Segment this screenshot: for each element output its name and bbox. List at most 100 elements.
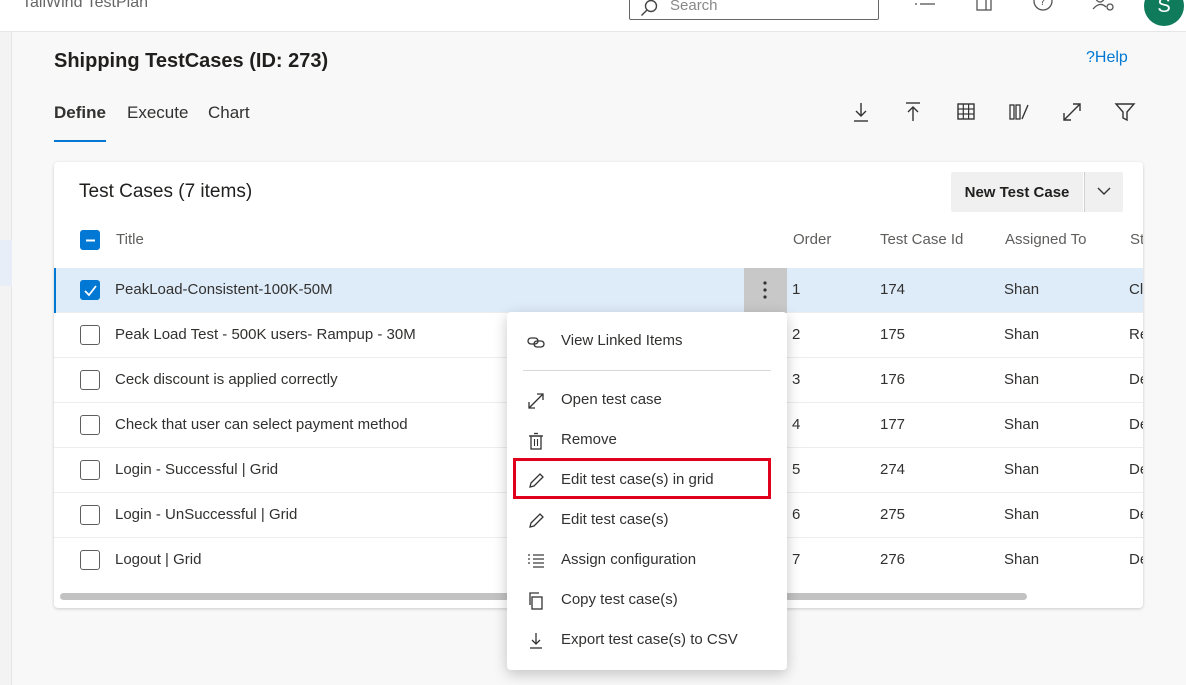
row-checkbox[interactable] [80, 460, 100, 480]
row-test-case-id: 274 [880, 461, 906, 478]
menu-item-edit-test-cases[interactable]: Edit test case(s) [507, 501, 787, 541]
menu-item-export-csv[interactable]: Export test case(s) to CSV [507, 621, 787, 661]
row-order: 2 [792, 326, 801, 343]
row-test-case-id: 177 [880, 416, 906, 433]
row-title[interactable]: Ceck discount is applied correctly [115, 371, 338, 388]
row-checkbox[interactable] [80, 325, 100, 345]
menu-item-copy-test-cases[interactable]: Copy test case(s) [507, 581, 787, 621]
tab-execute[interactable]: Execute [127, 103, 188, 123]
row-assigned-to: Shan [1004, 416, 1040, 433]
row-state: De [1129, 416, 1143, 433]
row-title[interactable]: PeakLoad-Consistent-100K-50M [115, 281, 333, 298]
highlight-annotation [513, 458, 771, 499]
row-checkbox[interactable] [80, 415, 100, 435]
row-assigned-to: Shan [1004, 371, 1040, 388]
row-test-case-id: 175 [880, 326, 906, 343]
menu-item-label: Open test case [561, 391, 662, 408]
download-icon [530, 633, 542, 649]
row-state: De [1129, 551, 1143, 568]
download-icon[interactable] [850, 101, 872, 123]
top-bar: TailWind TestPlan Search ? S [0, 0, 1186, 32]
row-title[interactable]: Peak Load Test - 500K users- Rampup - 30… [115, 326, 416, 343]
menu-item-remove[interactable]: Remove [507, 421, 787, 461]
row-assigned-to: Shan [1004, 281, 1040, 298]
app-title[interactable]: TailWind TestPlan [22, 0, 148, 12]
row-more-actions-button[interactable] [744, 268, 787, 313]
new-test-case-dropdown[interactable] [1084, 172, 1123, 212]
menu-item-assign-configuration[interactable]: Assign configuration [507, 541, 787, 581]
left-nav-active-item[interactable] [0, 240, 12, 286]
row-checkbox[interactable] [80, 280, 100, 300]
new-test-case-button[interactable]: New Test Case [951, 172, 1083, 212]
svg-text:?: ? [1040, 0, 1045, 8]
row-order: 7 [792, 551, 801, 568]
filter-icon[interactable] [1114, 101, 1136, 123]
row-state: De [1129, 371, 1143, 388]
list-icon[interactable] [914, 0, 936, 10]
tab-define[interactable]: Define [54, 103, 106, 123]
row-title[interactable]: Login - UnSuccessful | Grid [115, 506, 297, 523]
menu-item-open-test-case[interactable]: Open test case [507, 381, 787, 421]
copy-icon [529, 592, 543, 610]
menu-item-label: Remove [561, 431, 617, 448]
chevron-down-icon [1097, 187, 1111, 195]
menu-divider [523, 370, 771, 371]
column-header-order[interactable]: Order [793, 231, 831, 248]
row-order: 4 [792, 416, 801, 433]
row-assigned-to: Shan [1004, 506, 1040, 523]
column-header-test-case-id[interactable]: Test Case Id [880, 231, 963, 248]
open-diagonal-icon [528, 393, 544, 409]
card-title: Test Cases (7 items) [79, 181, 253, 202]
expand-icon[interactable] [1061, 101, 1083, 123]
checkmark-icon [84, 285, 97, 297]
row-order: 5 [792, 461, 801, 478]
column-header-state[interactable]: St [1130, 231, 1143, 248]
menu-item-label: Assign configuration [561, 551, 697, 568]
menu-item-label: View Linked Items [561, 332, 683, 349]
avatar[interactable]: S [1144, 0, 1184, 26]
more-vertical-icon [763, 281, 767, 299]
upload-icon[interactable] [902, 101, 924, 123]
row-checkbox[interactable] [80, 550, 100, 570]
column-header-assigned-to[interactable]: Assigned To [1005, 231, 1086, 248]
row-title[interactable]: Check that user can select payment metho… [115, 416, 408, 433]
row-state: Re [1129, 326, 1143, 343]
row-assigned-to: Shan [1004, 461, 1040, 478]
menu-item-label: Export test case(s) to CSV [561, 631, 738, 648]
row-order: 1 [792, 281, 801, 298]
row-title[interactable]: Login - Successful | Grid [115, 461, 278, 478]
search-placeholder: Search [670, 0, 718, 14]
active-tab-indicator [54, 140, 106, 142]
row-title[interactable]: Logout | Grid [115, 551, 201, 568]
help-link[interactable]: ?Help [1086, 49, 1128, 67]
column-header-title[interactable]: Title [116, 231, 144, 248]
row-test-case-id: 174 [880, 281, 906, 298]
row-state: De [1129, 506, 1143, 523]
user-settings-icon[interactable] [1092, 0, 1116, 12]
book-icon[interactable] [975, 0, 993, 12]
pencil-icon [529, 513, 544, 528]
row-assigned-to: Shan [1004, 326, 1040, 343]
grid-icon[interactable] [955, 101, 977, 123]
column-options-icon[interactable] [1008, 101, 1030, 123]
minus-icon [86, 239, 95, 242]
help-circle-icon[interactable]: ? [1033, 0, 1053, 12]
menu-item-label: Copy test case(s) [561, 591, 678, 608]
row-order: 6 [792, 506, 801, 523]
menu-item-view-linked-items[interactable]: View Linked Items [507, 322, 787, 362]
list-check-icon [528, 554, 544, 568]
row-context-menu: View Linked Items Open test case Remove … [507, 312, 787, 670]
row-assigned-to: Shan [1004, 551, 1040, 568]
row-checkbox[interactable] [80, 505, 100, 525]
tab-chart[interactable]: Chart [208, 103, 250, 123]
search-input[interactable]: Search [629, 0, 879, 20]
left-nav-rail [0, 32, 12, 685]
menu-item-label: Edit test case(s) [561, 511, 669, 528]
table-row[interactable]: PeakLoad-Consistent-100K-50M 1 174 Shan … [54, 268, 1143, 313]
trash-icon [529, 432, 543, 450]
select-all-checkbox[interactable] [80, 230, 100, 250]
row-order: 3 [792, 371, 801, 388]
row-test-case-id: 276 [880, 551, 906, 568]
row-checkbox[interactable] [80, 370, 100, 390]
row-state: Cl [1129, 281, 1143, 298]
